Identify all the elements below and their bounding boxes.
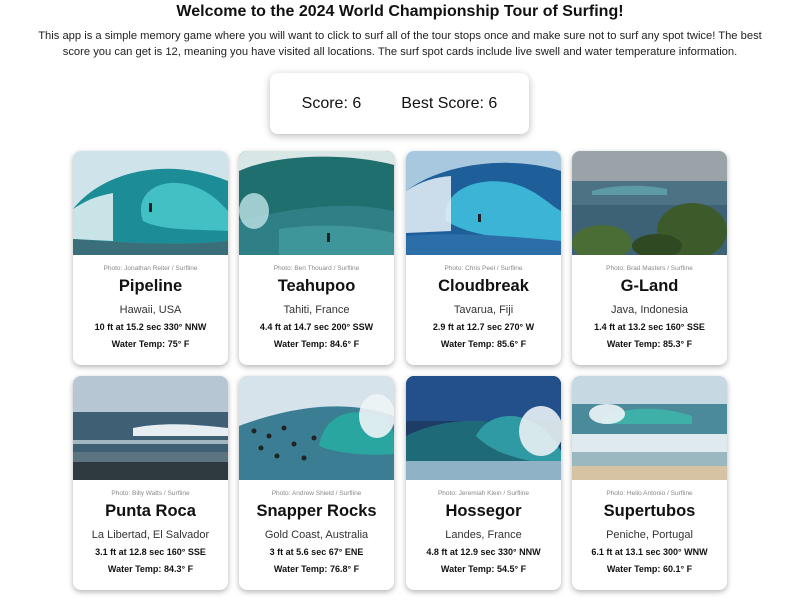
hossegor-photo: [406, 376, 561, 480]
score-value: 6: [352, 94, 362, 112]
surf-spot-card[interactable]: Photo: Brad Masters / Surfline G-Land Ja…: [572, 151, 727, 365]
spot-name: Hossegor: [445, 502, 522, 520]
surf-spot-card[interactable]: Photo: Helio Antonio / Surfline Supertub…: [572, 376, 727, 590]
water-temp: Water Temp: 60.1° F: [606, 564, 693, 574]
spot-location: Landes, France: [445, 529, 522, 541]
score-display: Score: 6: [302, 95, 362, 113]
photo-credit: Photo: Helio Antonio / Surfline: [606, 490, 693, 497]
surf-spot-card[interactable]: Photo: Jonathan Reiter / Surfline Pipeli…: [73, 151, 228, 365]
water-temp: Water Temp: 75° F: [111, 339, 190, 349]
photo-credit: Photo: Brad Masters / Surfline: [606, 265, 693, 272]
intro-text: This app is a simple memory game where y…: [38, 30, 762, 58]
pipeline-photo: [73, 151, 228, 255]
swell-info: 10 ft at 15.2 sec 330° NNW: [94, 322, 207, 332]
surf-spot-card[interactable]: Photo: Chris Peel / Surfline Cloudbreak …: [406, 151, 561, 365]
spot-location: Gold Coast, Australia: [264, 529, 369, 541]
page-title: Welcome to the 2024 World Championship T…: [176, 3, 624, 20]
photo-credit: Photo: Andrew Shield / Surfline: [271, 490, 362, 497]
cloudbreak-photo: [406, 151, 561, 255]
swell-info: 6.1 ft at 13.1 sec 300° WNW: [591, 547, 708, 557]
spot-location: Hawaii, USA: [119, 304, 182, 316]
g-land-photo: [572, 151, 727, 255]
photo-credit: Photo: Jonathan Reiter / Surfline: [103, 265, 198, 272]
photo-credit: Photo: Chris Peel / Surfline: [444, 265, 523, 272]
spot-location: La Libertad, El Salvador: [91, 529, 210, 541]
water-temp: Water Temp: 54.5° F: [440, 564, 527, 574]
swell-info: 2.9 ft at 12.7 sec 270° W: [432, 322, 535, 332]
swell-info: 3.1 ft at 12.8 sec 160° SSE: [95, 547, 206, 557]
best-score-display: Best Score: 6: [401, 95, 497, 113]
spot-name: Supertubos: [603, 502, 696, 520]
swell-info: 1.4 ft at 13.2 sec 160° SSE: [594, 322, 705, 332]
spot-name: Punta Roca: [105, 502, 196, 520]
surf-spot-card[interactable]: Photo: Ben Thouard / Surfline Teahupoo T…: [239, 151, 394, 365]
spot-location: Java, Indonesia: [610, 304, 689, 316]
surf-spot-card[interactable]: Photo: Jeremiah Klein / Surfline Hossego…: [406, 376, 561, 590]
teahupoo-photo: [239, 151, 394, 255]
supertubos-photo: [572, 376, 727, 480]
swell-info: 3 ft at 5.6 sec 67° ENE: [269, 547, 364, 557]
water-temp: Water Temp: 85.3° F: [606, 339, 693, 349]
water-temp: Water Temp: 85.6° F: [440, 339, 527, 349]
best-score-label: Best Score:: [401, 94, 484, 112]
spot-location: Tavarua, Fiji: [453, 304, 514, 316]
water-temp: Water Temp: 76.8° F: [273, 564, 360, 574]
spot-name: Cloudbreak: [438, 277, 529, 295]
surf-spot-card[interactable]: Photo: Billy Watts / Surfline Punta Roca…: [73, 376, 228, 590]
spot-name: G-Land: [620, 277, 679, 295]
best-score-value: 6: [488, 94, 498, 112]
spot-name: Snapper Rocks: [256, 502, 377, 520]
photo-credit: Photo: Jeremiah Klein / Surfline: [437, 490, 530, 497]
spot-location: Peniche, Portugal: [606, 529, 693, 541]
water-temp: Water Temp: 84.6° F: [273, 339, 360, 349]
snapper-rocks-photo: [239, 376, 394, 480]
spot-name: Pipeline: [118, 277, 183, 295]
punta-roca-photo: [73, 376, 228, 480]
swell-info: 4.8 ft at 12.9 sec 330° NNW: [426, 547, 541, 557]
scoreboard: Score: 6 Best Score: 6: [270, 73, 529, 134]
photo-credit: Photo: Billy Watts / Surfline: [111, 490, 190, 497]
score-label: Score:: [301, 94, 348, 112]
spot-name: Teahupoo: [277, 277, 356, 295]
spot-location: Tahiti, France: [283, 304, 350, 316]
swell-info: 4.4 ft at 14.7 sec 200° SSW: [259, 322, 374, 332]
surf-spot-card[interactable]: Photo: Andrew Shield / Surfline Snapper …: [239, 376, 394, 590]
water-temp: Water Temp: 84.3° F: [107, 564, 194, 574]
photo-credit: Photo: Ben Thouard / Surfline: [273, 265, 360, 272]
